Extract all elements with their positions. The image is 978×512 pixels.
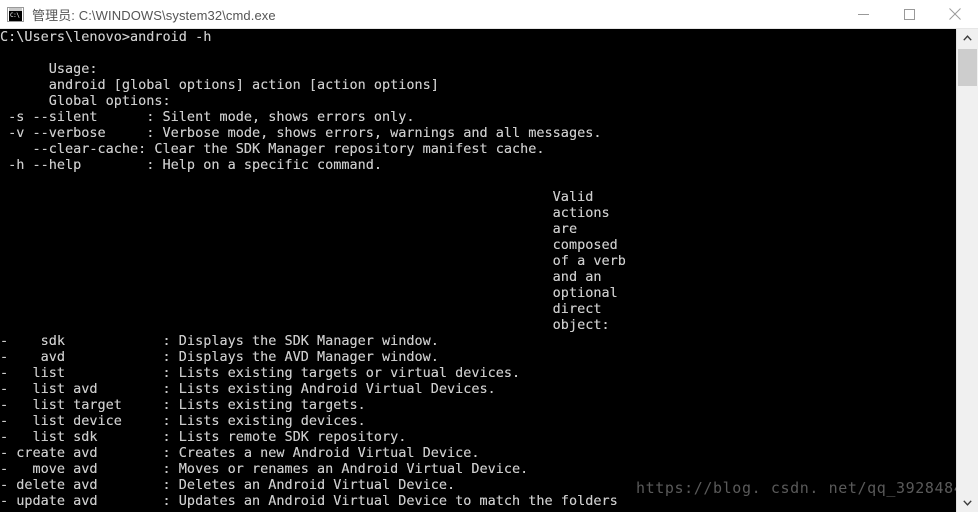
watermark-url: https://blog. csdn. net/qq_39284848 — [636, 479, 974, 497]
scroll-down-button[interactable] — [957, 494, 978, 512]
cmd-window: C:\ 管理员: C:\WINDOWS\system32\cmd.exe C:\… — [0, 0, 978, 512]
cmd-app-icon: C:\ — [7, 6, 24, 22]
maximize-icon — [903, 8, 915, 20]
close-button[interactable] — [932, 0, 978, 29]
minimize-button[interactable] — [840, 0, 886, 29]
window-title: 管理员: C:\WINDOWS\system32\cmd.exe — [32, 7, 276, 23]
chevron-up-icon — [963, 35, 972, 41]
console-text: C:\Users\lenovo>android -h Usage: androi… — [0, 29, 626, 509]
console-output-area[interactable]: C:\Users\lenovo>android -h Usage: androi… — [0, 29, 956, 512]
scroll-up-button[interactable] — [957, 29, 978, 47]
maximize-button[interactable] — [886, 0, 932, 29]
minimize-icon — [857, 13, 869, 15]
window-controls — [840, 0, 978, 29]
title-bar[interactable]: C:\ 管理员: C:\WINDOWS\system32\cmd.exe — [0, 0, 978, 29]
close-icon — [949, 8, 961, 20]
cmd-icon-prompt-glyph: C:\ — [9, 10, 22, 21]
vertical-scrollbar[interactable] — [956, 29, 978, 512]
chevron-down-icon — [963, 500, 972, 506]
scrollbar-thumb[interactable] — [958, 49, 977, 86]
